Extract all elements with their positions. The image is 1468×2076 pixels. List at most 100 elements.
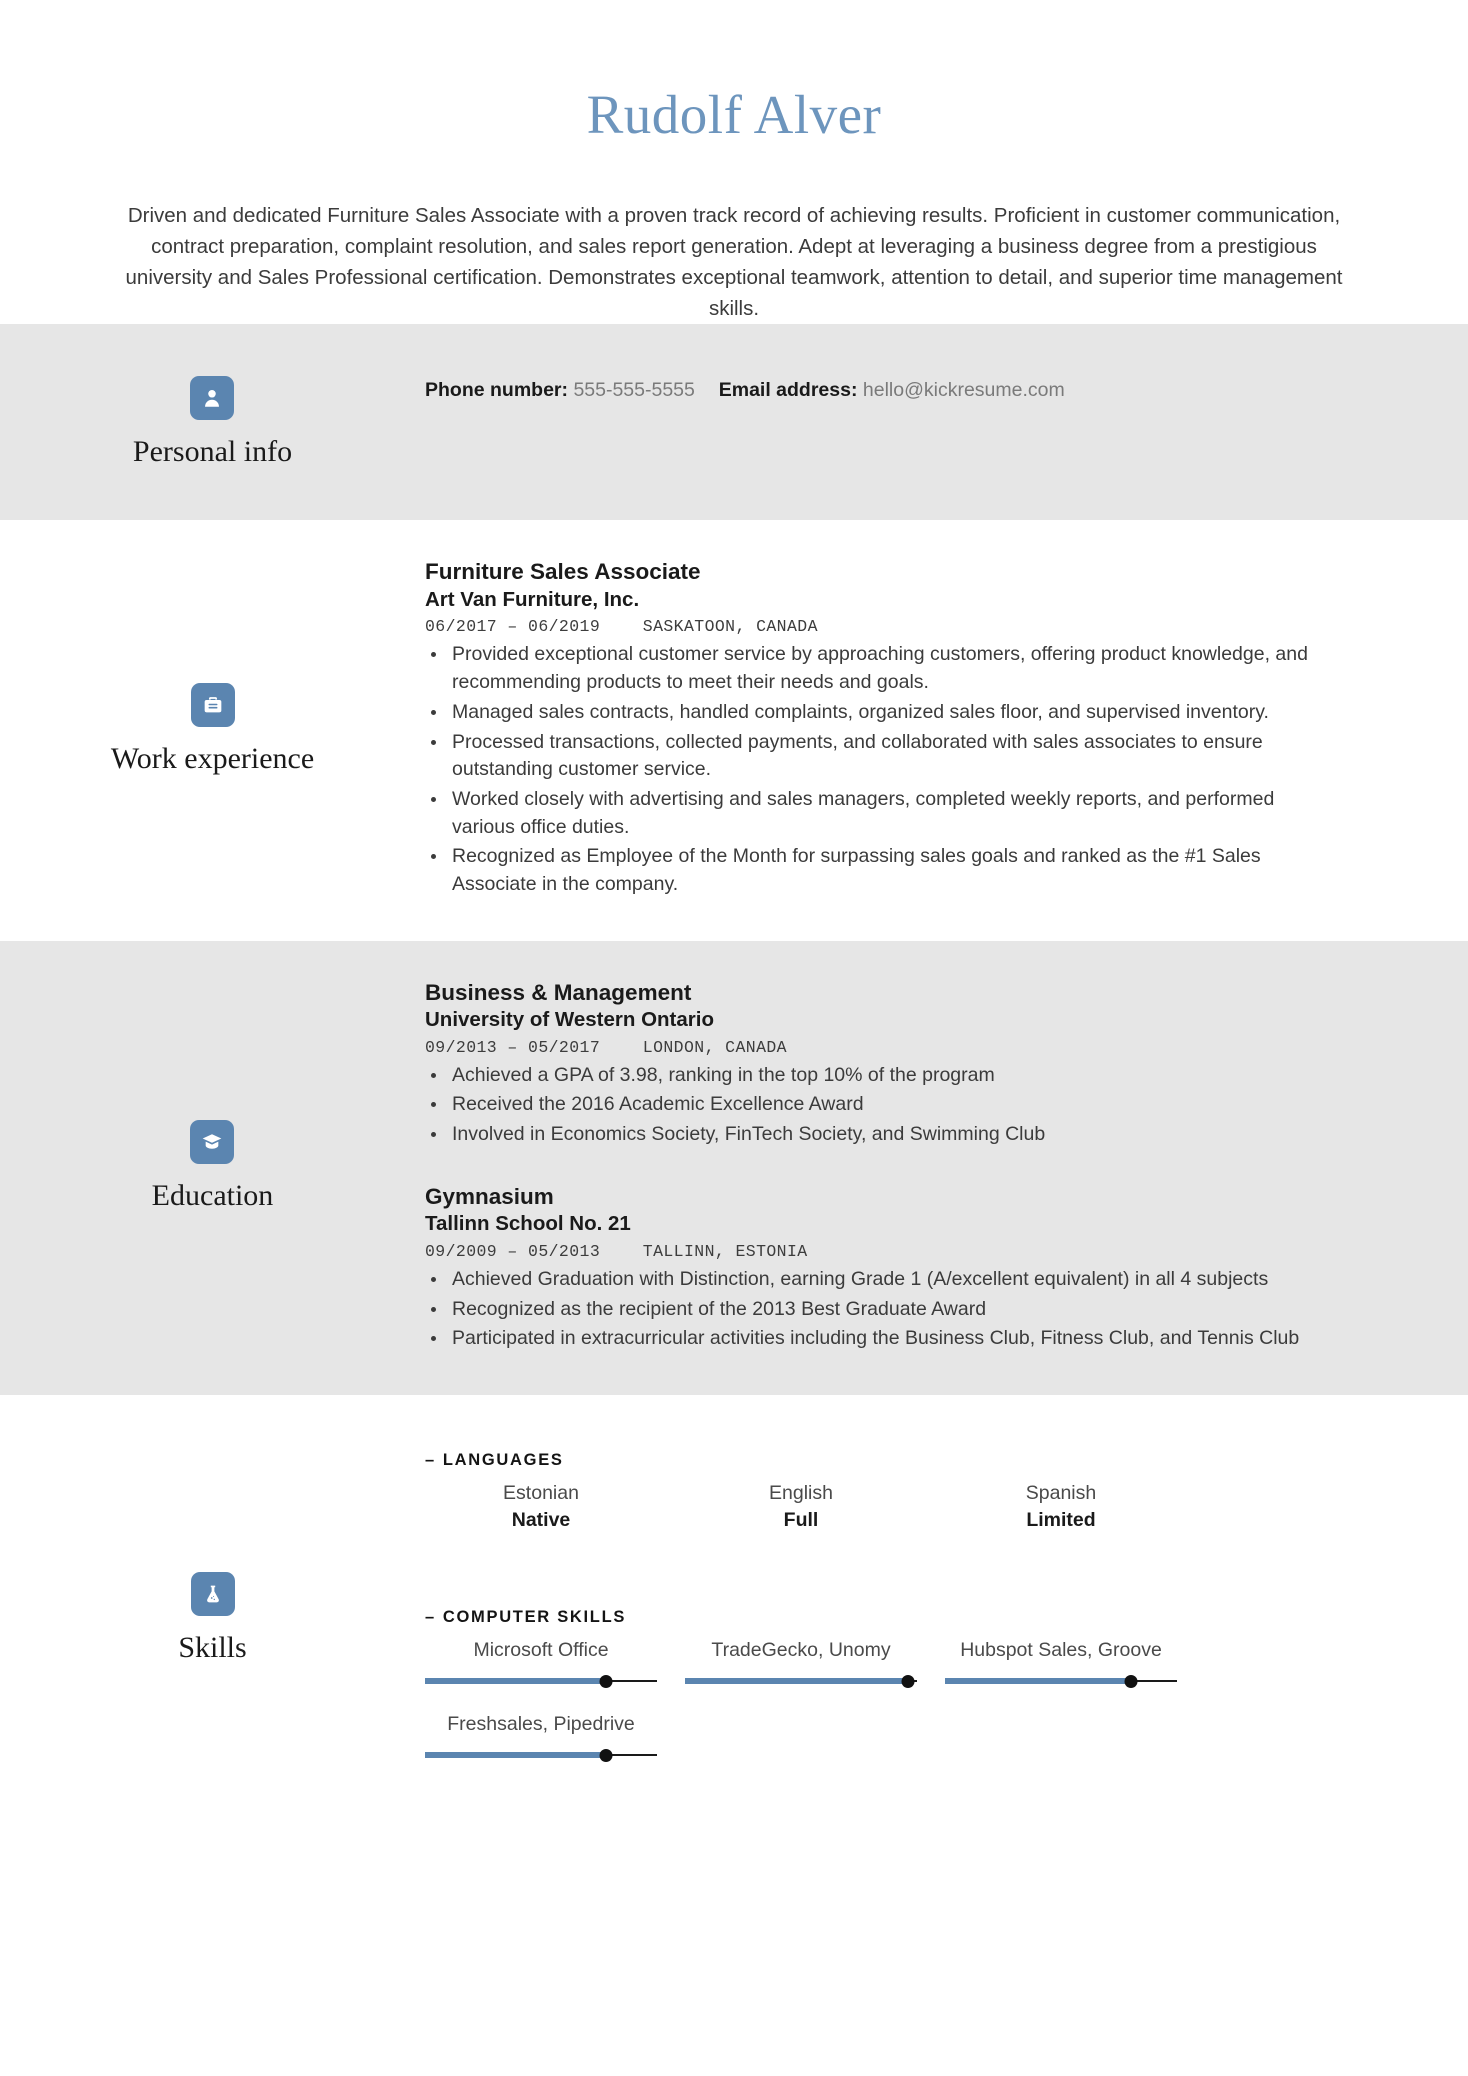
section-work-experience-heading: Work experience (0, 558, 425, 898)
entry-dates: 09/2009 – 05/2013 (425, 1241, 601, 1261)
list-item: Managed sales contracts, handled complai… (425, 699, 1338, 727)
skill-level-slider[interactable] (945, 1673, 1177, 1689)
slider-knob[interactable] (901, 1674, 915, 1688)
section-education-heading: Education (0, 979, 425, 1353)
entry-bullets: Achieved Graduation with Distinction, ea… (425, 1266, 1338, 1353)
entry-company: Art Van Furniture, Inc. (425, 587, 640, 611)
language-name: English (769, 1481, 833, 1504)
flask-icon (190, 1572, 235, 1616)
list-item: Received the 2016 Academic Excellence Aw… (425, 1091, 1338, 1119)
section-title: Personal info (132, 435, 293, 469)
experience-entry: Furniture Sales Associate Art Van Furnit… (425, 558, 1338, 898)
skill-group-label: – LANGUAGES (425, 1451, 1338, 1470)
email-value: hello@kickresume.com (862, 379, 1065, 402)
computer-skill-item: TradeGecko, Unomy (685, 1637, 917, 1689)
language-name: Estonian (503, 1481, 579, 1504)
slider-fill (945, 1677, 1131, 1684)
computer-skill-name: Freshsales, Pipedrive (447, 1712, 635, 1735)
list-item: Achieved Graduation with Distinction, ea… (425, 1266, 1338, 1294)
language-level: Native (511, 1509, 571, 1532)
section-education: Education Business & Management Universi… (0, 940, 1468, 1395)
language-level: Limited (1026, 1509, 1096, 1532)
entry-meta: 09/2013 – 05/2017 LONDON, CANADA (425, 1038, 1338, 1057)
computer-skill-item: Microsoft Office (425, 1637, 657, 1689)
profile-summary: Driven and dedicated Furniture Sales Ass… (125, 203, 1343, 321)
list-item: Achieved a GPA of 3.98, ranking in the t… (425, 1062, 1338, 1090)
entry-degree: Gymnasium (425, 1183, 554, 1209)
person-icon (190, 376, 235, 421)
section-skills-heading: Skills (0, 1451, 425, 1785)
graduation-cap-icon (190, 1119, 235, 1164)
skill-group-languages: – LANGUAGES Estonian Native English Full … (425, 1451, 1338, 1556)
skill-level-slider[interactable] (685, 1673, 917, 1689)
slider-knob[interactable] (1124, 1674, 1138, 1688)
entry-dates: 06/2017 – 06/2019 (425, 617, 601, 637)
group-name: LANGUAGES (442, 1450, 564, 1469)
computer-skills-grid: Microsoft Office TradeGecko, Unomy Hubsp… (425, 1637, 1338, 1786)
section-work-experience: Work experience Furniture Sales Associat… (0, 520, 1468, 941)
language-level: Full (783, 1509, 819, 1532)
slider-fill (425, 1677, 606, 1684)
phone-value: 555-555-5555 (573, 379, 695, 402)
group-dash: – (425, 1607, 436, 1626)
phone-label: Phone number: (425, 379, 569, 402)
entry-degree: Business & Management (425, 979, 692, 1005)
entry-meta: 06/2017 – 06/2019 SASKATOON, CANADA (425, 617, 1338, 636)
section-personal-info-heading: Personal info (0, 376, 425, 468)
section-skills: Skills – LANGUAGES Estonian Native Englis… (0, 1394, 1468, 1876)
list-item: Involved in Economics Society, FinTech S… (425, 1121, 1338, 1149)
education-entry: Business & Management University of West… (425, 979, 1338, 1149)
skill-group-computer-skills: – COMPUTER SKILLS Microsoft Office TradeG… (425, 1608, 1338, 1786)
slider-fill (425, 1752, 606, 1759)
briefcase-icon (190, 682, 235, 727)
entry-school: University of Western Ontario (425, 1008, 714, 1032)
entry-location: LONDON, CANADA (642, 1037, 787, 1057)
entry-meta: 09/2009 – 05/2013 TALLINN, ESTONIA (425, 1242, 1338, 1261)
education-entry: Gymnasium Tallinn School No. 21 09/2009 … (425, 1183, 1338, 1353)
computer-skill-item: Hubspot Sales, Groove (945, 1637, 1177, 1689)
entry-school: Tallinn School No. 21 (425, 1212, 631, 1236)
section-title: Skills (178, 1631, 247, 1664)
entry-bullets: Provided exceptional customer service by… (425, 641, 1338, 898)
list-item: Processed transactions, collected paymen… (425, 729, 1338, 784)
slider-knob[interactable] (599, 1749, 613, 1763)
list-item: Participated in extracurricular activiti… (425, 1325, 1338, 1353)
language-item: English Full (685, 1480, 917, 1534)
group-dash: – (425, 1450, 436, 1469)
resume-page: Rudolf Alver Driven and dedicated Furnit… (0, 0, 1468, 2076)
list-item: Recognized as Employee of the Month for … (425, 843, 1338, 898)
entry-location: TALLINN, ESTONIA (642, 1241, 808, 1261)
language-item: Estonian Native (425, 1480, 657, 1534)
list-item: Worked closely with advertising and sale… (425, 786, 1338, 841)
entry-location: SASKATOON, CANADA (642, 617, 818, 637)
resume-header: Rudolf Alver Driven and dedicated Furnit… (0, 0, 1468, 324)
section-work-experience-body: Furniture Sales Associate Art Van Furnit… (425, 558, 1468, 898)
entry-bullets: Achieved a GPA of 3.98, ranking in the t… (425, 1062, 1338, 1149)
section-personal-info-body: Phone number: 555-555-5555 Email address… (425, 376, 1468, 468)
candidate-name: Rudolf Alver (586, 84, 882, 145)
section-title: Work experience (110, 741, 315, 775)
group-name: COMPUTER SKILLS (442, 1607, 627, 1626)
computer-skill-item: Freshsales, Pipedrive (425, 1711, 657, 1763)
computer-skill-name: TradeGecko, Unomy (711, 1638, 891, 1661)
section-personal-info: Personal info Phone number: 555-555-5555… (0, 324, 1468, 521)
contact-line: Phone number: 555-555-5555 Email address… (425, 376, 1338, 405)
section-skills-body: – LANGUAGES Estonian Native English Full … (425, 1451, 1468, 1785)
computer-skill-name: Microsoft Office (473, 1638, 609, 1661)
list-item: Recognized as the recipient of the 2013 … (425, 1296, 1338, 1324)
skill-level-slider[interactable] (425, 1747, 657, 1763)
entry-dates: 09/2013 – 05/2017 (425, 1037, 601, 1057)
email-label: Email address: (718, 379, 858, 402)
skill-level-slider[interactable] (425, 1673, 657, 1689)
entry-job-title: Furniture Sales Associate (425, 559, 701, 585)
languages-grid: Estonian Native English Full Spanish Lim… (425, 1480, 1338, 1556)
section-title: Education (151, 1178, 274, 1212)
list-item: Provided exceptional customer service by… (425, 641, 1338, 696)
slider-fill (685, 1677, 908, 1684)
language-name: Spanish (1025, 1481, 1097, 1504)
section-education-body: Business & Management University of West… (425, 979, 1468, 1353)
language-item: Spanish Limited (945, 1480, 1177, 1534)
skill-group-label: – COMPUTER SKILLS (425, 1608, 1338, 1627)
slider-knob[interactable] (599, 1674, 613, 1688)
computer-skill-name: Hubspot Sales, Groove (960, 1638, 1162, 1661)
